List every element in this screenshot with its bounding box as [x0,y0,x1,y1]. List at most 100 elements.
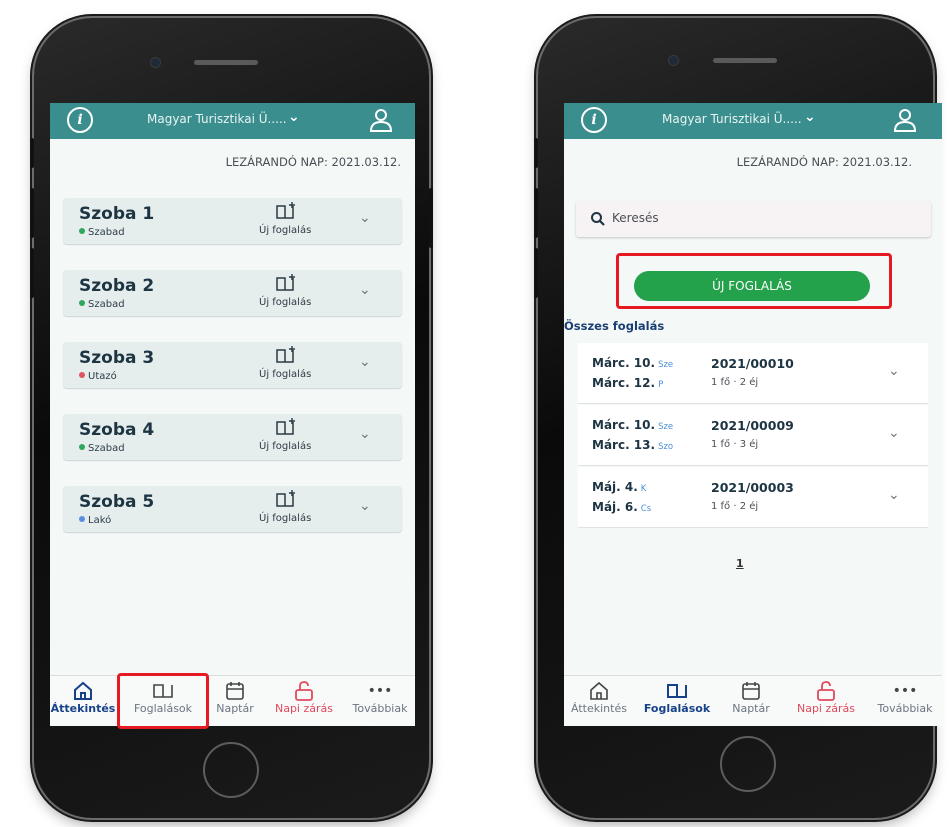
calendar-icon [226,682,244,700]
status-dot [79,516,85,522]
chevron-down-icon[interactable]: ⌄ [888,363,900,379]
new-booking-link[interactable]: Új foglalás [259,441,311,452]
mute-switch [30,138,34,168]
room-status: Lakó [79,515,111,526]
search-field[interactable]: Keresés [576,201,931,237]
app-header: i Magyar Turisztikai Ü..... ⌄ [564,103,942,139]
pagination-page[interactable]: 1 [736,557,744,570]
status-dot [79,300,85,306]
room-status: Szabad [79,299,125,310]
nav-label: Napi zárás [274,702,333,715]
room-status: Szabad [79,443,125,454]
lock-open-icon [295,681,313,701]
chevron-down-icon[interactable]: ⌄ [359,354,371,370]
nav-label: Továbbiak [877,702,933,715]
room-name: Szoba 3 [79,348,155,368]
app-screen-bookings: i Magyar Turisztikai Ü..... ⌄ LEZÁRANDÓ … [564,103,942,726]
chevron-down-icon[interactable]: ⌄ [359,498,371,514]
room-status: Utazó [79,371,117,382]
home-button[interactable] [203,742,259,798]
room-card[interactable]: Szoba 5 Lakó Új foglalás ⌄ [63,486,402,532]
nav-more[interactable]: ••• Továbbiak [346,680,414,715]
room-name: Szoba 5 [79,492,155,512]
volume-down-button [534,248,538,298]
power-button [429,188,433,248]
app-screen-overview: i Magyar Turisztikai Ü..... ⌄ LEZÁRANDÓ … [50,103,415,726]
booking-row[interactable]: Márc. 10. Sze Márc. 13. Szo 2021/00009 1 f… [578,405,928,466]
room-status: Szabad [79,227,125,238]
nav-more[interactable]: ••• Továbbiak [870,680,940,715]
room-card[interactable]: Szoba 1 Szabad Új foglalás ⌄ [63,198,402,244]
more-icon: ••• [892,683,918,699]
booking-number: 2021/00009 [711,418,794,433]
organization-name[interactable]: Magyar Turisztikai Ü..... [147,112,287,126]
all-bookings-heading: Összes foglalás [564,319,665,333]
nav-label: Napi zárás [796,702,855,715]
search-icon [591,212,605,226]
organization-name[interactable]: Magyar Turisztikai Ü..... [662,112,802,126]
highlight-bookings-tab [117,673,209,729]
room-name: Szoba 1 [79,204,155,224]
app-header: i Magyar Turisztikai Ü..... ⌄ [50,103,415,139]
book-plus-icon[interactable] [275,346,297,364]
bottom-navigation: Áttekintés Foglalások Naptár Napi zárás … [564,675,942,726]
closing-day-label: LEZÁRANDÓ NAP: 2021.03.12. [225,155,401,169]
calendar-icon [742,682,760,700]
booking-meta: 1 fő · 2 éj [711,501,759,512]
chevron-down-icon[interactable]: ⌄ [288,109,300,125]
chevron-down-icon[interactable]: ⌄ [888,425,900,441]
chevron-down-icon[interactable]: ⌄ [359,210,371,226]
nav-label: Áttekintés [571,702,627,715]
nav-overview[interactable]: Áttekintés [564,680,634,715]
nav-calendar[interactable]: Naptár [724,680,778,715]
nav-daily-close[interactable]: Napi zárás [786,680,866,715]
bottom-navigation: Áttekintés Foglalások Naptár Napi zárás … [50,675,415,726]
new-booking-link[interactable]: Új foglalás [259,297,311,308]
booking-row[interactable]: Máj. 4. K Máj. 6. Cs 2021/00003 1 fő · 2 é… [578,467,928,528]
speaker-grille [713,58,777,63]
book-plus-icon[interactable] [275,490,297,508]
room-card[interactable]: Szoba 3 Utazó Új foglalás ⌄ [63,342,402,388]
arrival-date: Márc. 10. Sze [592,418,674,432]
room-name: Szoba 2 [79,276,155,296]
nav-daily-close[interactable]: Napi zárás [266,680,342,715]
booking-row[interactable]: Márc. 10. Sze Márc. 12. P 2021/00010 1 fő … [578,343,928,404]
user-icon[interactable] [368,107,394,133]
nav-label: Foglalások [643,702,711,715]
home-button[interactable] [720,736,776,792]
booking-number: 2021/00003 [711,480,794,495]
front-camera [669,56,678,65]
chevron-down-icon[interactable]: ⌄ [359,282,371,298]
book-plus-icon[interactable] [275,418,297,436]
book-plus-icon[interactable] [275,202,297,220]
closing-day-label: LEZÁRANDÓ NAP: 2021.03.12. [736,155,912,169]
booking-meta: 1 fő · 3 éj [711,439,759,450]
nav-overview[interactable]: Áttekintés [50,680,116,715]
info-icon[interactable]: i [581,107,607,133]
chevron-down-icon[interactable]: ⌄ [888,487,900,503]
nav-bookings[interactable]: Foglalások [636,680,718,715]
booking-meta: 1 fő · 2 éj [711,377,759,388]
nav-label: Naptár [216,702,254,715]
mute-switch [534,138,538,168]
new-booking-link[interactable]: Új foglalás [259,513,311,524]
nav-calendar[interactable]: Naptár [210,680,260,715]
new-booking-link[interactable]: Új foglalás [259,369,311,380]
highlight-new-booking-button [616,253,892,309]
home-icon [74,681,92,700]
volume-down-button [30,248,34,298]
chevron-down-icon[interactable]: ⌄ [359,426,371,442]
departure-date: Máj. 6. Cs [592,500,652,514]
room-card[interactable]: Szoba 2 Szabad Új foglalás ⌄ [63,270,402,316]
info-icon[interactable]: i [67,107,93,133]
volume-up-button [30,188,34,238]
status-dot [79,372,85,378]
book-plus-icon[interactable] [275,274,297,292]
chevron-down-icon[interactable]: ⌄ [804,109,816,125]
nav-label: Továbbiak [352,702,408,715]
speaker-grille [194,60,258,65]
home-icon [590,681,608,700]
new-booking-link[interactable]: Új foglalás [259,225,311,236]
room-card[interactable]: Szoba 4 Szabad Új foglalás ⌄ [63,414,402,460]
user-icon[interactable] [892,107,918,133]
